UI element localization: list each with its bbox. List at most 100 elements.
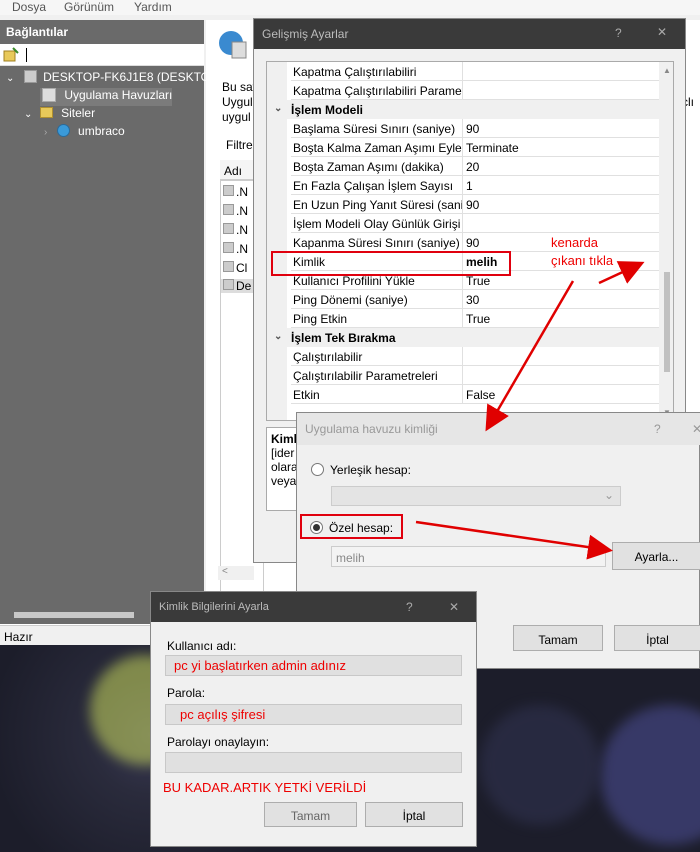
cancel-button[interactable]: İptal	[614, 625, 700, 651]
property-row[interactable]: İşlem Modeli Olay Günlük Girişi	[267, 214, 659, 233]
property-grid-scrollbar[interactable]: ▲ ▼	[659, 62, 673, 420]
collapse-chevron-icon[interactable]: ⌄	[274, 103, 282, 114]
password-label: Parola:	[167, 686, 206, 700]
property-row[interactable]: Çalıştırılabilir Parametreleri	[267, 366, 659, 385]
dialog-bottom-scrollbar[interactable]	[254, 517, 298, 533]
app-pools-large-icon	[219, 31, 247, 59]
property-name: Ping Dönemi (saniye)	[291, 290, 463, 309]
set-button[interactable]: Ayarla...	[612, 542, 700, 570]
property-row[interactable]: Etkin False	[267, 385, 659, 404]
property-value[interactable]: 20	[463, 157, 659, 176]
property-value[interactable]: Terminate	[463, 138, 659, 157]
column-header-label: Adı	[224, 164, 243, 178]
credentials-dialog: Kimlik Bilgilerini Ayarla ? ✕ Kullanıcı …	[150, 591, 477, 847]
ok-button[interactable]: Tamam	[264, 802, 357, 827]
new-connection-icon[interactable]	[3, 47, 19, 63]
help-icon[interactable]: ?	[654, 422, 661, 436]
property-value[interactable]: 90	[463, 119, 659, 138]
scrollbar-thumb[interactable]	[14, 612, 134, 618]
tree-item-sites[interactable]: ⌄ Siteler	[24, 106, 95, 124]
scroll-left-icon[interactable]: <	[222, 566, 228, 577]
list-item[interactable]: .N	[223, 185, 248, 199]
property-category[interactable]: ⌄ İşlem Modeli	[267, 100, 659, 119]
property-row[interactable]: Çalıştırılabilir	[267, 347, 659, 366]
username-label: Kullanıcı adı:	[167, 639, 237, 653]
property-row[interactable]: Boşta Kalma Zaman Aşımı Eylen Terminate	[267, 138, 659, 157]
property-value[interactable]: 30	[463, 290, 659, 309]
tree-item-app-pools[interactable]: Uygulama Havuzları	[40, 88, 172, 106]
bg-blob	[480, 705, 600, 825]
close-icon[interactable]: ✕	[657, 25, 667, 39]
property-value[interactable]: 1	[463, 176, 659, 195]
collapse-chevron-icon[interactable]: ⌄	[6, 73, 14, 84]
chevron-down-icon: ⌄	[603, 488, 614, 502]
pool-icon	[223, 185, 234, 196]
property-value[interactable]	[463, 81, 659, 100]
username-field[interactable]: pc yi başlatırken admin adınız	[165, 655, 462, 676]
collapse-chevron-icon[interactable]: ⌄	[274, 331, 282, 342]
list-item[interactable]: .N	[223, 223, 248, 237]
help-icon[interactable]: ?	[615, 26, 622, 40]
list-item[interactable]: .N	[223, 204, 248, 218]
annotation-note: BU KADAR.ARTIK YETKİ VERİLDİ	[163, 780, 367, 795]
property-value[interactable]	[463, 366, 659, 385]
description-line: uygul	[222, 110, 251, 124]
close-icon[interactable]: ✕	[692, 422, 700, 436]
list-item[interactable]: .N	[223, 242, 248, 256]
property-value[interactable]: 90	[463, 195, 659, 214]
folder-icon	[39, 107, 53, 118]
tree-item-server[interactable]: ⌄ DESKTOP-FK6J1E8 (DESKTOP-	[6, 70, 222, 88]
property-category[interactable]: ⌄ İşlem Tek Bırakma	[267, 328, 659, 347]
builtin-account-radio[interactable]	[311, 463, 324, 476]
menu-file[interactable]: Dosya	[12, 0, 46, 14]
property-value[interactable]	[463, 347, 659, 366]
property-row[interactable]: Boşta Zaman Aşımı (dakika) 20	[267, 157, 659, 176]
ok-button[interactable]: Tamam	[513, 625, 603, 651]
confirm-password-label: Parolayı onaylayın:	[167, 735, 270, 749]
help-icon[interactable]: ?	[406, 600, 413, 614]
property-name: Ping Etkin	[291, 309, 463, 328]
app-pools-label: Uygulama Havuzları	[64, 88, 173, 102]
site-label: umbraco	[78, 124, 125, 138]
expand-chevron-icon[interactable]: ›	[44, 127, 47, 138]
property-value[interactable]	[463, 214, 659, 233]
property-row[interactable]: Başlama Süresi Sınırı (saniye) 90	[267, 119, 659, 138]
menu-bar: Dosya Görünüm Yardım	[0, 0, 700, 15]
cancel-button[interactable]: İptal	[365, 802, 463, 827]
property-row[interactable]: En Uzun Ping Yanıt Süresi (saniye 90	[267, 195, 659, 214]
menu-view[interactable]: Görünüm	[64, 0, 114, 14]
server-label: DESKTOP-FK6J1E8 (DESKTOP-	[43, 70, 223, 84]
property-value[interactable]	[463, 62, 659, 81]
center-pane-scrollbar[interactable]: <	[218, 566, 254, 580]
tree-item-site[interactable]: › umbraco	[44, 124, 125, 142]
pool-icon	[223, 204, 234, 215]
scrollbar-thumb[interactable]	[664, 272, 670, 372]
bg-blob	[600, 705, 700, 845]
property-row[interactable]: Ping Dönemi (saniye) 30	[267, 290, 659, 309]
menu-help[interactable]: Yardım	[134, 0, 172, 14]
confirm-password-field[interactable]	[165, 752, 462, 773]
list-item-label: .N	[236, 223, 248, 237]
connections-pane: Bağlantılar ⌄ DESKTOP-FK6J1E8 (DESKTOP- …	[0, 20, 222, 625]
collapse-chevron-icon[interactable]: ⌄	[24, 109, 32, 120]
property-row[interactable]: Kapatma Çalıştırılabiliri Paramet	[267, 81, 659, 100]
property-row[interactable]: En Fazla Çalışan İşlem Sayısı 1	[267, 176, 659, 195]
custom-account-radio[interactable]	[310, 521, 323, 534]
annotation-text: kenarda çıkanı tıkla	[551, 234, 613, 270]
custom-account-field[interactable]: melih	[331, 546, 606, 567]
app-pools-icon	[42, 88, 56, 102]
scroll-up-icon[interactable]: ▲	[663, 66, 671, 75]
builtin-account-select[interactable]: ⌄	[331, 486, 621, 506]
close-icon[interactable]: ✕	[449, 600, 459, 614]
status-text: Hazır	[4, 630, 33, 644]
pool-icon	[223, 223, 234, 234]
property-value[interactable]: False	[463, 385, 659, 404]
property-value[interactable]: True	[463, 309, 659, 328]
builtin-account-label: Yerleşik hesap:	[330, 463, 411, 477]
list-item[interactable]: Cl	[223, 261, 247, 275]
property-row[interactable]: Kapatma Çalıştırılabiliri	[267, 62, 659, 81]
property-row[interactable]: Ping Etkin True	[267, 309, 659, 328]
list-item-label: De	[236, 279, 252, 293]
password-field[interactable]: pc açılış şifresi	[165, 704, 462, 725]
dialog-title: Uygulama havuzu kimliği	[305, 422, 438, 436]
